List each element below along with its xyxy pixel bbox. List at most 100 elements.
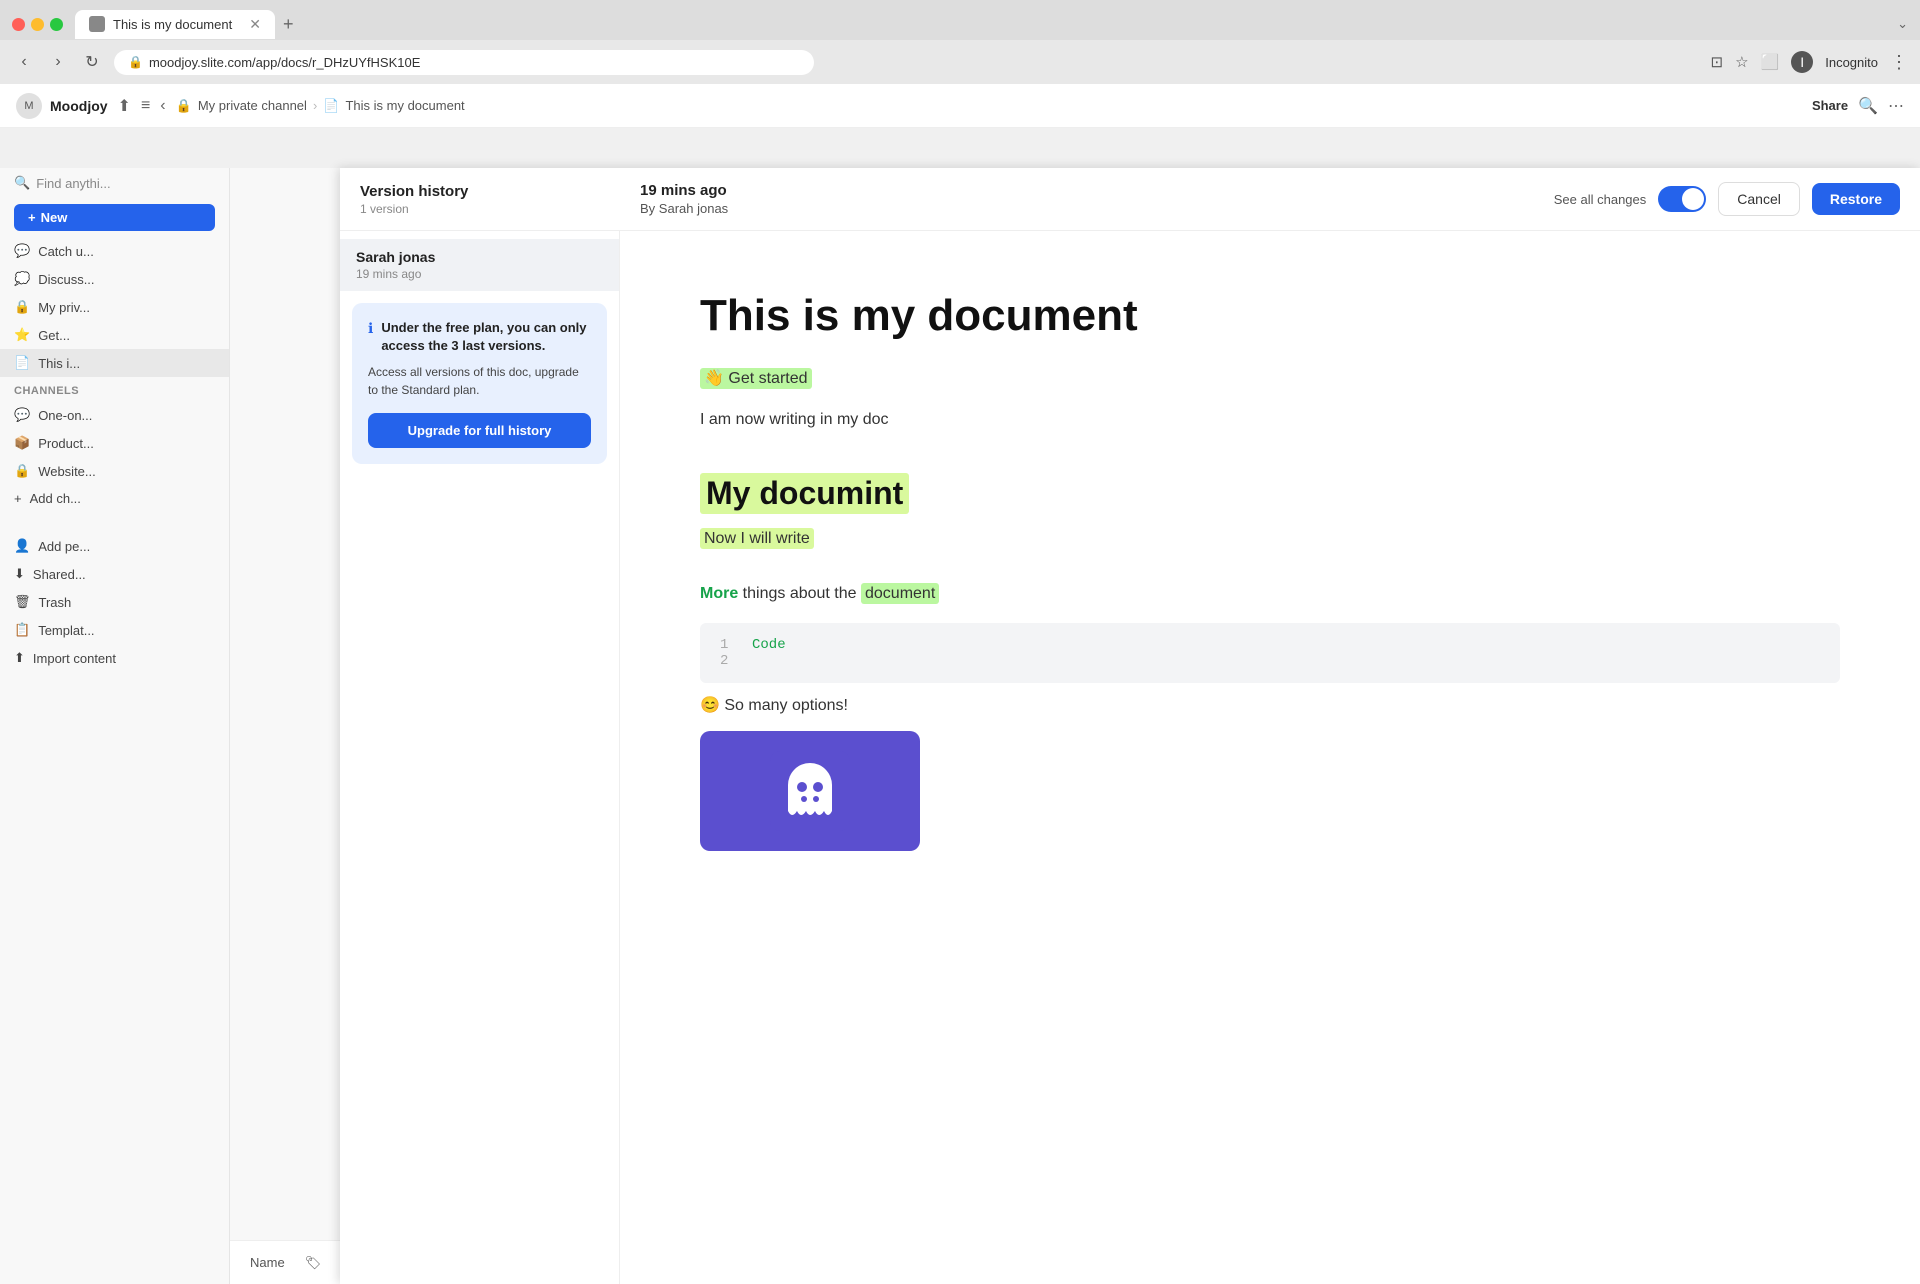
emoji-line: 😊 So many options! [700,695,1840,715]
profile-icon[interactable]: I [1791,51,1813,73]
sidebar-item-addchannel[interactable]: + Add ch... [0,485,229,512]
version-item[interactable]: Sarah jonas 19 mins ago [340,239,619,291]
nav-icon: 📦 [14,435,30,451]
tab-favicon [89,16,105,32]
tab-close-button[interactable]: ✕ [249,16,261,33]
sidebar-item-this[interactable]: 📄 This i... [0,349,229,377]
doc-title: This is my document [700,291,1840,342]
nav-label: Discuss... [38,272,94,287]
sidebar-item-website[interactable]: 🔒 Website... [0,457,229,485]
line-num-1: 1 [720,637,736,653]
menu-icon[interactable]: ⋮ [1890,52,1908,73]
see-all-changes-label: See all changes [1554,192,1647,207]
refresh-button[interactable]: ↻ [80,52,104,72]
lock-icon: 🔒 [128,55,143,69]
new-tab-button[interactable]: + [283,14,294,35]
search-placeholder: Find anythi... [36,176,110,191]
more-rest: things about the [738,585,861,602]
nav-icon: 👤 [14,538,30,554]
sidebar-item-trash[interactable]: 🗑 Trash [0,588,229,616]
active-tab[interactable]: This is my document ✕ [75,10,275,39]
nav-icon: 🗑 [14,594,31,610]
cast-icon: ⊡ [1711,53,1724,71]
nav-label: Catch u... [38,244,94,259]
minimize-dot[interactable] [31,18,44,31]
nav-label: Import content [33,651,116,666]
new-label: New [41,210,68,225]
sidebar-item-import[interactable]: ⬆ Import content [0,644,229,672]
sidebar-item-discuss[interactable]: 💭 Discuss... [0,265,229,293]
workspace-avatar: M [16,93,42,119]
sidebar-item-catchup[interactable]: 💬 Catch u... [0,237,229,265]
maximize-dot[interactable] [50,18,63,31]
restore-button[interactable]: Restore [1812,183,1900,215]
nav-label: One-on... [38,408,92,423]
by-label: By [640,201,655,216]
get-started-emoji: 👋 [704,370,724,387]
sidebar-item-shared[interactable]: ⬇ Shared... [0,560,229,588]
code-line-2: 2 [720,653,1820,669]
url-bar[interactable]: 🔒 moodjoy.slite.com/app/docs/r_DHzUYfHSK… [114,50,814,75]
line-num-2: 2 [720,653,736,669]
channels-section: Channels [0,377,229,401]
sidebar-item-addpeople[interactable]: 👤 Add pe... [0,532,229,560]
nav-icon: ⬇ [14,566,25,582]
paragraph2-highlight: Now I will write [700,528,814,549]
nav-label: My priv... [38,300,90,315]
nav-icon: ⬆ [14,650,25,666]
sidebar-item-product[interactable]: 📦 Product... [0,429,229,457]
nav-label: Shared... [33,567,86,582]
search-icon[interactable]: 🔍 [1858,96,1878,116]
breadcrumb-icon: 🔒 [176,98,192,114]
upgrade-desc: Access all versions of this doc, upgrade… [368,363,591,399]
name-col: Name [250,1255,285,1270]
modal-header-actions: See all changes Cancel Restore [1554,182,1900,216]
split-view-icon[interactable]: ⬜ [1761,53,1780,71]
sidebar-item-templates[interactable]: 📋 Templat... [0,616,229,644]
toolbar-icon-list: ≡ [141,97,150,115]
back-button[interactable]: ‹ [12,53,36,71]
share-button[interactable]: Share [1812,98,1848,113]
sidebar-item-private[interactable]: 🔒 My priv... [0,293,229,321]
version-user: Sarah jonas [356,249,603,265]
more-icon[interactable]: ⋯ [1888,96,1904,116]
version-sidebar: Sarah jonas 19 mins ago ℹ Under the free… [340,231,620,1284]
nav-label: This i... [38,356,80,371]
url-text: moodjoy.slite.com/app/docs/r_DHzUYfHSK10… [149,55,420,70]
ghost-svg [770,751,850,831]
expand-icon: ⌄ [1897,16,1908,32]
sidebar-item-oneonone[interactable]: 💬 One-on... [0,401,229,429]
doc-heading2: My documint [700,473,909,514]
get-started-text: Get started [728,370,807,387]
paragraph2: Now I will write [700,526,1840,552]
sidebar-item-get[interactable]: ⭐ Get... [0,321,229,349]
upgrade-title: Under the free plan, you can only access… [381,319,591,355]
tab-title: This is my document [113,17,232,32]
upgrade-button[interactable]: Upgrade for full history [368,413,591,448]
code-line-1: 1 Code [720,637,1820,653]
modal-subtitle: 1 version [360,202,620,216]
doc-content: This is my document 👋 Get started I am n… [620,231,1920,1284]
search-bar[interactable]: 🔍 Find anythi... [0,168,229,198]
more-highlight: document [861,583,939,604]
toggle-changes[interactable] [1658,186,1706,212]
get-started-highlight: 👋 Get started [700,368,812,389]
info-icon: ℹ [368,320,373,337]
nav-label: Trash [39,595,72,610]
new-button[interactable]: + New [14,204,215,231]
bookmark-icon[interactable]: ☆ [1735,53,1748,71]
nav-icon: 💬 [14,407,30,423]
nav-icon: 💭 [14,271,30,287]
close-dot[interactable] [12,18,25,31]
modal-header-left: Version history 1 version [360,183,620,216]
forward-button[interactable]: › [46,53,70,71]
version-author: By Sarah jonas [640,201,1534,216]
get-started-line: 👋 Get started [700,366,1840,392]
modal-title: Version history [360,183,620,200]
cancel-button[interactable]: Cancel [1718,182,1800,216]
nav-icon: 💬 [14,243,30,259]
sidebar-toggle[interactable]: ‹ [160,97,165,115]
incognito-label: Incognito [1825,55,1878,70]
nav-label: Website... [38,464,96,479]
version-time-small: 19 mins ago [356,267,603,281]
